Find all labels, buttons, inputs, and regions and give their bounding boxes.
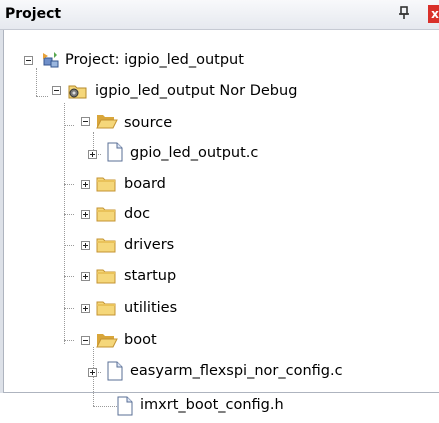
tree-node-label: Project: igpio_led_output: [65, 52, 244, 68]
folder-open-icon: [96, 112, 118, 134]
collapse-toggle[interactable]: [81, 336, 90, 345]
tree-connector: [64, 276, 74, 277]
tree-connector: [36, 68, 37, 96]
expand-toggle[interactable]: [88, 368, 97, 377]
expand-toggle[interactable]: [81, 241, 90, 250]
tree-node-label: drivers: [124, 237, 175, 253]
file-icon: [107, 142, 123, 166]
tree-connector: [64, 214, 74, 215]
tree-node-label: startup: [124, 268, 177, 284]
close-button[interactable]: x: [428, 5, 439, 23]
tree-connector: [36, 96, 48, 97]
expand-toggle[interactable]: [88, 150, 97, 159]
folder-icon: [96, 236, 118, 258]
tree-connector: [64, 308, 74, 309]
panel-titlebar: Project x: [0, 0, 439, 30]
folder-icon: [96, 205, 118, 227]
expand-toggle[interactable]: [81, 304, 90, 313]
tree-connector: [64, 184, 74, 185]
tree-node-label: doc: [124, 206, 151, 222]
target-icon: [67, 81, 89, 105]
collapse-toggle[interactable]: [24, 56, 33, 65]
tree-connector: [64, 245, 74, 246]
expand-toggle[interactable]: [81, 272, 90, 281]
project-icon: [40, 50, 62, 74]
tree-node-label: boot: [124, 332, 157, 348]
file-icon: [117, 396, 133, 420]
file-icon: [107, 361, 123, 385]
tree-connector: [64, 340, 74, 341]
tree-node-label: gpio_led_output.c: [130, 145, 259, 161]
tree-connector: [64, 125, 74, 126]
tree-node-label: imxrt_boot_config.h: [140, 397, 284, 413]
collapse-toggle[interactable]: [81, 117, 90, 126]
expand-toggle[interactable]: [81, 210, 90, 219]
folder-icon: [96, 267, 118, 289]
collapse-toggle[interactable]: [52, 86, 61, 95]
tree-node-label: utilities: [124, 300, 178, 316]
folder-icon: [96, 175, 118, 197]
tree-connector: [93, 406, 117, 407]
expand-toggle[interactable]: [81, 180, 90, 189]
pin-icon[interactable]: [398, 6, 410, 24]
tree-node-label: source: [124, 115, 173, 131]
folder-icon: [96, 299, 118, 321]
folder-open-icon: [96, 331, 118, 353]
tree-node-label: board: [124, 176, 166, 192]
tree-node-label: igpio_led_output Nor Debug: [95, 83, 298, 99]
tree-node-label: easyarm_flexspi_nor_config.c: [130, 363, 343, 379]
panel-title: Project: [5, 6, 62, 22]
